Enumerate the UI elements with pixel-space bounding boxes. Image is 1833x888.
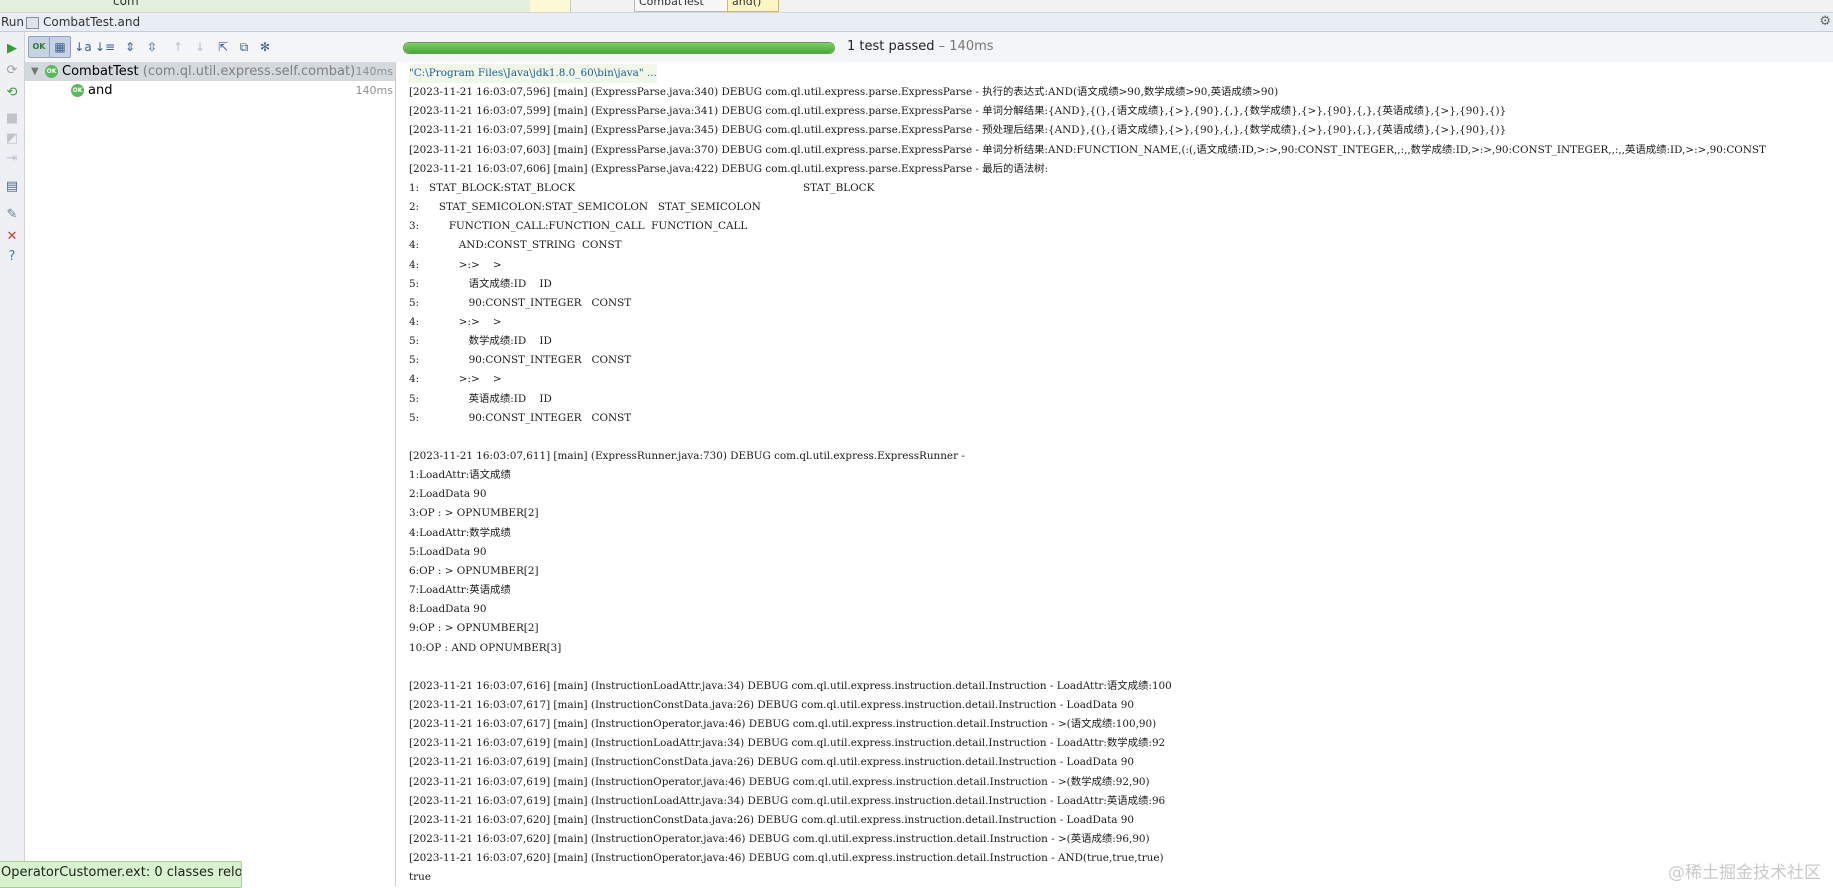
tree-node-com[interactable]: com: [113, 0, 139, 8]
test-name: and: [88, 83, 113, 98]
collapse-all-icon[interactable]: ⇳: [142, 37, 162, 57]
console-line: 7:LoadAttr:英语成绩: [409, 584, 511, 597]
tree-node-label: CombatTest (com.ql.util.express.self.com…: [62, 62, 355, 81]
console-line: [2023-11-21 16:03:07,620] [main] (Instru…: [409, 852, 1164, 865]
console-line: 5: 数学成绩:ID ID: [409, 335, 552, 348]
test-progress-fill: [404, 43, 834, 53]
console-line: 2: STAT_SEMICOLON:STAT_SEMICOLON STAT_SE…: [409, 201, 761, 214]
console-line: true: [409, 871, 431, 884]
console-line: 10:OP : AND OPNUMBER[3]: [409, 641, 562, 654]
import-results-icon[interactable]: ⧉: [234, 37, 254, 57]
editor-gutter-highlight: [530, 0, 570, 12]
divider: [570, 0, 571, 12]
console-line: 4: >:> >: [409, 315, 502, 328]
console-line: 6:OP : > OPNUMBER[2]: [409, 564, 539, 577]
console-line: 2:LoadData 90: [409, 488, 487, 501]
test-progress-bar: [403, 42, 835, 54]
run-config-tab[interactable]: CombatTest.and: [43, 13, 140, 31]
console-line: [2023-11-21 16:03:07,599] [main] (Expres…: [409, 124, 1507, 137]
test-duration: 140ms: [355, 84, 393, 97]
test-settings-icon[interactable]: ✻: [255, 37, 275, 57]
tree-node-test-method[interactable]: OK and 140ms: [25, 81, 395, 100]
previous-failed-icon[interactable]: ↑: [168, 37, 188, 57]
editor-tab-strip: com CombatTest and(): [0, 0, 1833, 13]
rerun-failed-icon[interactable]: ⟳: [3, 62, 21, 80]
console-line: 8:LoadData 90: [409, 603, 487, 616]
test-progress-row: 1 test passed – 140ms: [395, 32, 1833, 62]
show-ignored-toggle[interactable]: ▦: [49, 36, 71, 58]
console-line: 5: 90:CONST_INTEGER CONST: [409, 354, 632, 367]
tree-node-label: and: [88, 81, 112, 100]
expand-all-icon[interactable]: ⇕: [120, 37, 140, 57]
run-label: Run: [1, 15, 25, 29]
console-line: [2023-11-21 16:03:07,606] [main] (Expres…: [409, 162, 1049, 175]
console-line: [2023-11-21 16:03:07,619] [main] (Instru…: [409, 775, 1150, 788]
watermark: @稀土掘金技术社区: [1668, 863, 1821, 883]
console-line: [2023-11-21 16:03:07,619] [main] (Instru…: [409, 756, 1134, 769]
console-line: 4: >:> >: [409, 258, 502, 271]
console-line: 5: 90:CONST_INTEGER CONST: [409, 411, 632, 424]
layout-icon[interactable]: ▤: [3, 178, 21, 196]
console-line: [2023-11-21 16:03:07,616] [main] (Instru…: [409, 679, 1172, 692]
sort-alphabetically-icon[interactable]: ↓a: [73, 37, 93, 57]
show-passed-toggle[interactable]: OK: [28, 36, 50, 58]
run-tool-window-header: Run CombatTest.and ⚙: [0, 13, 1833, 32]
console-line: [2023-11-21 16:03:07,620] [main] (Instru…: [409, 813, 1134, 826]
console-line: 1: STAT_BLOCK:STAT_BLOCK STAT_BLOCK: [409, 181, 875, 194]
test-status: 1 test passed – 140ms: [847, 39, 994, 54]
test-duration: 140ms: [355, 65, 393, 78]
toggle-auto-test-icon[interactable]: ⟲: [3, 84, 21, 102]
console-line: 3: FUNCTION_CALL:FUNCTION_CALL FUNCTION_…: [409, 220, 748, 233]
console-output[interactable]: "C:\Program Files\Java\jdk1.8.0_60\bin\j…: [396, 62, 1833, 886]
editor-tab-combattest[interactable]: CombatTest: [634, 0, 730, 12]
test-runner-toolbar: OK ▦ ↓a ↓≡ ⇕ ⇳ ↑ ↓ ⇱ ⧉ ✻: [25, 32, 395, 62]
console-line: 4:LoadAttr:数学成绩: [409, 526, 511, 539]
help-icon[interactable]: ?: [3, 248, 21, 266]
console-line: [2023-11-21 16:03:07,603] [main] (Expres…: [409, 143, 1766, 156]
test-passed-icon: OK: [71, 84, 84, 97]
dump-threads-icon[interactable]: ◩: [3, 130, 21, 148]
console-command-line: "C:\Program Files\Java\jdk1.8.0_60\bin\j…: [409, 64, 657, 83]
test-name: CombatTest: [62, 64, 139, 79]
console-line: 5:LoadData 90: [409, 545, 487, 558]
gear-icon[interactable]: ⚙: [1819, 13, 1831, 31]
console-line: 5: 语文成绩:ID ID: [409, 277, 552, 290]
hotswap-notification[interactable]: OperatorCustomer.ext: 0 classes reloaded: [0, 861, 242, 888]
rerun-icon[interactable]: ▶: [3, 40, 21, 58]
notification-text: OperatorCustomer.ext: 0 classes reloaded: [1, 865, 242, 880]
export-results-icon[interactable]: ⇱: [213, 37, 233, 57]
stop-icon[interactable]: ■: [3, 110, 21, 128]
console-line: [2023-11-21 16:03:07,611] [main] (Expres…: [409, 450, 965, 462]
run-left-toolbar: ▶ ⟳ ⟲ ■ ◩ ⇥ ▤ ✎ ✕?: [0, 32, 25, 886]
test-status-time: – 140ms: [934, 39, 994, 54]
test-tree: ▼ OK CombatTest (com.ql.util.express.self.…: [25, 62, 396, 886]
console-line: [2023-11-21 16:03:07,620] [main] (Instru…: [409, 833, 1150, 845]
console-line: [2023-11-21 16:03:07,617] [main] (Instru…: [409, 718, 1157, 731]
console-line: 4: >:> >: [409, 373, 502, 386]
console-line: [2023-11-21 16:03:07,619] [main] (Instru…: [409, 737, 1166, 750]
test-passed-icon: OK: [45, 65, 58, 78]
expand-arrow-icon[interactable]: ▼: [31, 62, 39, 81]
console-line: [2023-11-21 16:03:07,599] [main] (Expres…: [409, 105, 1507, 118]
console-line: [2023-11-21 16:03:07,617] [main] (Instru…: [409, 698, 1134, 711]
project-tree-fragment[interactable]: com: [0, 0, 530, 12]
sort-by-duration-icon[interactable]: ↓≡: [95, 37, 115, 57]
close-icon[interactable]: ✕: [3, 228, 21, 246]
console-line: 1:LoadAttr:语文成绩: [409, 469, 511, 482]
test-package: (com.ql.util.express.self.combat): [138, 64, 356, 79]
exit-icon[interactable]: ⇥: [3, 150, 21, 168]
console-line: 9:OP : > OPNUMBER[2]: [409, 622, 539, 635]
console-line: [2023-11-21 16:03:07,619] [main] (Instru…: [409, 794, 1166, 807]
console-line: 3:OP : > OPNUMBER[2]: [409, 507, 539, 520]
pin-icon[interactable]: ✎: [3, 206, 21, 224]
run-config-icon: [26, 17, 39, 29]
console-line: 4: AND:CONST_STRING CONST: [409, 239, 622, 252]
console-line: 5: 英语成绩:ID ID: [409, 392, 552, 405]
editor-tab-and[interactable]: and(): [727, 0, 779, 12]
test-status-text: 1 test passed: [847, 39, 935, 54]
tree-node-test-class[interactable]: ▼ OK CombatTest (com.ql.util.express.self.…: [25, 62, 395, 81]
next-failed-icon[interactable]: ↓: [190, 37, 210, 57]
console-line: 5: 90:CONST_INTEGER CONST: [409, 296, 632, 309]
console-line: [2023-11-21 16:03:07,596] [main] (Expres…: [409, 86, 1279, 99]
